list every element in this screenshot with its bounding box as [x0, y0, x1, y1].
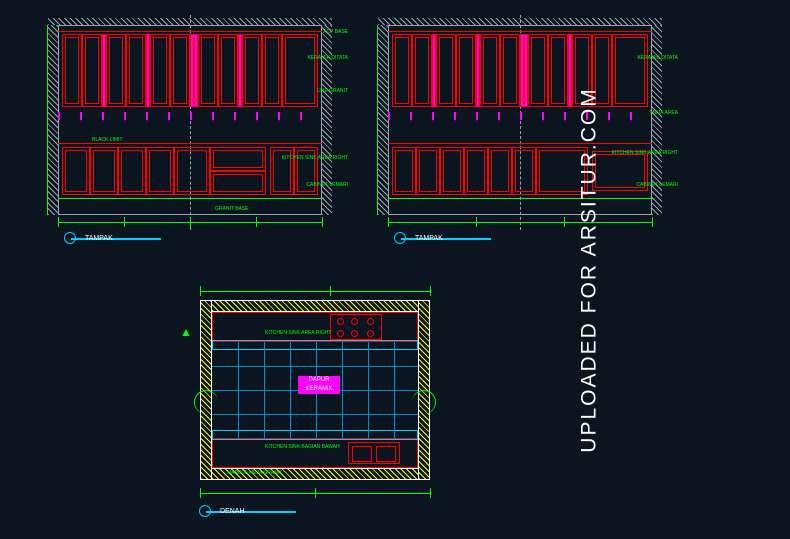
view-marker-icon	[394, 232, 406, 244]
cabinet-door	[528, 34, 548, 107]
floor-line	[388, 198, 652, 199]
base-door	[118, 147, 146, 195]
cabinet-panel	[190, 34, 198, 107]
stove-cooktop	[330, 314, 382, 340]
base-cabinets	[62, 147, 318, 195]
upper-line	[388, 31, 652, 32]
dimension-line	[200, 286, 430, 296]
dimension-line-left	[372, 25, 382, 215]
cabinet-door	[412, 34, 432, 107]
upper-cabinets	[62, 34, 318, 107]
label: CABINET LEMARI	[306, 182, 348, 188]
room-label: DAPUR KERAMIK	[298, 376, 340, 394]
label: MEJA AREA	[650, 110, 678, 116]
counter-line	[388, 143, 652, 144]
room-name: DAPUR	[298, 376, 340, 385]
door-swing-left	[194, 390, 218, 414]
label: BLACK LIMIT	[92, 137, 123, 143]
dimension-line-bottom	[58, 217, 322, 227]
cabinet-door	[456, 34, 476, 107]
base-door	[146, 147, 174, 195]
label: MARBLE MEJA GRANIT	[227, 470, 282, 476]
base-door	[416, 147, 440, 195]
backsplash-level	[388, 112, 652, 120]
base-drawer	[210, 147, 266, 171]
cabinet-door	[242, 34, 262, 107]
label: CABINET LEMARI	[636, 182, 678, 188]
view-marker-icon	[64, 232, 76, 244]
cabinet-door	[612, 34, 648, 107]
base-door	[90, 147, 118, 195]
base-cabinets	[392, 147, 648, 195]
cabinet-panel	[520, 34, 528, 107]
label: GRANIT BASE	[215, 206, 249, 212]
view-marker-icon	[199, 505, 211, 517]
cabinet-door	[150, 34, 170, 107]
floor-line	[58, 198, 322, 199]
view-title: TAMPAK	[415, 235, 443, 242]
base-door	[464, 147, 488, 195]
dimension-line-left	[42, 25, 52, 215]
plan-outline: DAPUR KERAMIK	[200, 300, 430, 480]
base-door	[512, 147, 536, 195]
base-door	[62, 147, 90, 195]
counter-line	[58, 143, 322, 144]
room-sub: KERAMIK	[298, 385, 340, 394]
cabinet-door	[198, 34, 218, 107]
label: KITCHEN SINK AREA RIGHT	[612, 150, 678, 156]
view-title: DENAH	[220, 508, 245, 515]
cabinet-door	[548, 34, 568, 107]
base-door	[488, 147, 512, 195]
cabinet-door	[282, 34, 318, 107]
label: KERAMIK DITATA	[637, 55, 678, 61]
base-door	[440, 147, 464, 195]
base-door	[174, 147, 210, 195]
cabinet-door	[262, 34, 282, 107]
cabinet-door	[218, 34, 238, 107]
sink	[348, 442, 400, 464]
cabinet-door	[82, 34, 102, 107]
label: LINE GRANIT	[317, 88, 348, 94]
floor-plan-view: DAPUR KERAMIK ▲ KITCHEN SINK AREA RIGHT …	[175, 270, 455, 520]
upper-line	[58, 31, 322, 32]
cabinet-door	[480, 34, 500, 107]
cabinet-door	[62, 34, 82, 107]
cabinet-door	[500, 34, 520, 107]
cabinet-door	[106, 34, 126, 107]
door-swing-right	[412, 390, 436, 414]
elevation-view-b: KERAMIK DITATA MEJA AREA KITCHEN SINK AR…	[370, 10, 670, 245]
wall-top	[200, 300, 430, 312]
label: KITCHEN SINK AREA RIGHT	[265, 330, 331, 336]
label: KITCHEN SINK BAGIAN BAWAH	[265, 444, 340, 450]
label: KERAMIK DITATA	[307, 55, 348, 61]
backsplash-level	[58, 112, 322, 120]
base-drawer	[210, 171, 266, 195]
north-arrow-icon: ▲	[180, 325, 192, 339]
base-door	[392, 147, 416, 195]
dimension-line	[200, 488, 430, 498]
cad-drawing-area: ACP BASE KERAMIK DITATA LINE GRANIT KITC…	[0, 0, 720, 539]
view-title: TAMPAK	[85, 235, 113, 242]
counter-top	[212, 312, 418, 342]
cabinet-door	[392, 34, 412, 107]
cabinet-door	[436, 34, 456, 107]
label: KITCHEN SINK AREA RIGHT	[282, 155, 348, 161]
cabinet-door	[126, 34, 146, 107]
label: ACP BASE	[323, 29, 348, 35]
elevation-view-a: ACP BASE KERAMIK DITATA LINE GRANIT KITC…	[40, 10, 340, 245]
upper-cabinets	[392, 34, 648, 107]
dimension-line-bottom	[388, 217, 652, 227]
cabinet-door	[170, 34, 190, 107]
watermark-text: UPLOADED FOR ARSITUR.COM	[577, 87, 601, 452]
